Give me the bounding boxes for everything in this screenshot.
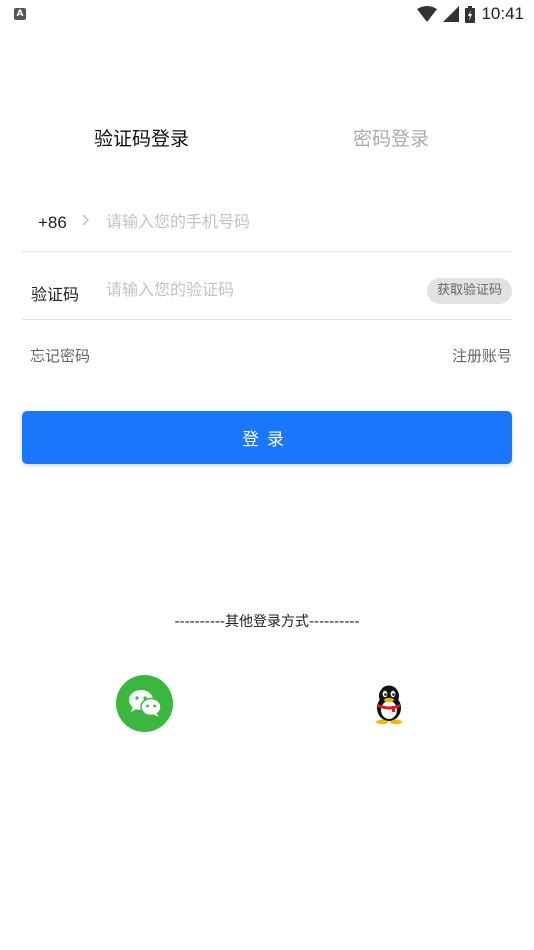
code-label: 验证码 bbox=[31, 285, 80, 304]
tab-sms-login[interactable]: 验证码登录 bbox=[94, 124, 189, 151]
tab-password-login[interactable]: 密码登录 bbox=[353, 124, 429, 151]
get-code-button[interactable]: 获取验证码 bbox=[426, 278, 512, 304]
qq-login-button[interactable] bbox=[372, 684, 406, 725]
other-login-title: ----------其他登录方式---------- bbox=[174, 614, 360, 630]
chevron-right-icon[interactable] bbox=[82, 214, 90, 226]
status-bar: A 10:41 bbox=[0, 0, 534, 28]
login-button[interactable]: 登录 bbox=[22, 411, 512, 464]
code-input[interactable] bbox=[106, 274, 326, 304]
wechat-login-button[interactable] bbox=[116, 675, 173, 732]
wechat-icon bbox=[129, 690, 162, 717]
signal-icon bbox=[443, 6, 460, 22]
status-icons: 10:41 bbox=[417, 4, 524, 24]
status-time: 10:41 bbox=[481, 4, 524, 23]
forgot-password-link[interactable]: 忘记密码 bbox=[30, 345, 90, 366]
notification-icon: A bbox=[14, 8, 26, 20]
phone-row: +86 bbox=[22, 184, 512, 252]
qq-icon bbox=[376, 685, 402, 725]
phone-input[interactable] bbox=[106, 206, 406, 236]
country-code-selector[interactable]: +86 bbox=[38, 213, 67, 233]
wifi-icon bbox=[417, 6, 438, 22]
register-link[interactable]: 注册账号 bbox=[452, 345, 512, 366]
code-row: 验证码 获取验证码 bbox=[22, 252, 512, 320]
battery-icon bbox=[465, 5, 476, 23]
